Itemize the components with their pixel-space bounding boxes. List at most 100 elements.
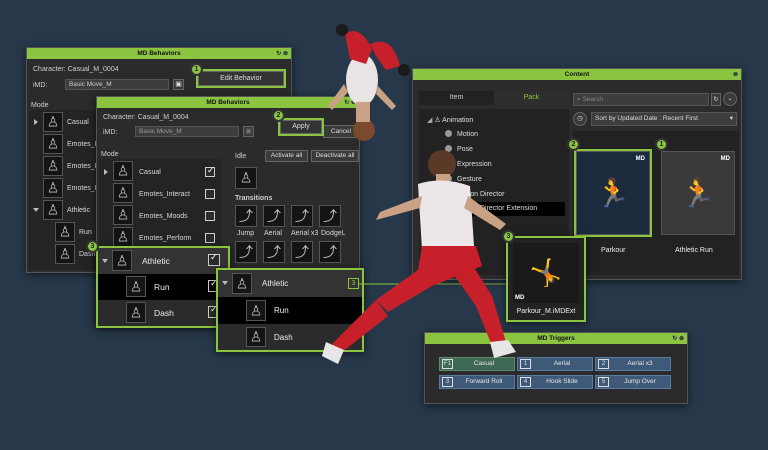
expand-arrow-icon[interactable]: [34, 119, 38, 125]
window-title: MD Behaviors: [206, 99, 250, 106]
mode-thumb: ♙: [43, 178, 63, 198]
expand-arrow-icon[interactable]: [104, 169, 108, 175]
card-parkour[interactable]: 🏃 MD: [574, 149, 652, 237]
imd-select[interactable]: Basic Move_M: [65, 79, 169, 90]
transition-label: Aerial: [264, 230, 282, 237]
content-titlebar: Content ⊗: [413, 69, 741, 80]
imd-label: iMD:: [103, 129, 118, 136]
tree-item-motion[interactable]: Motion: [445, 130, 478, 138]
mode-item-emotes[interactable]: Emotes_I: [67, 185, 97, 192]
search-input[interactable]: ⌕ Search: [573, 93, 709, 106]
clock-icon[interactable]: ◷: [573, 112, 587, 126]
motion-icon: [445, 130, 452, 137]
mode-thumb: ♙: [246, 327, 266, 347]
trigger-label: Forward Roll: [465, 378, 503, 385]
trigger-label: Aerial x3: [627, 360, 653, 367]
collapse-arrow-icon[interactable]: [33, 208, 39, 212]
trigger-label: Jump Over: [624, 378, 656, 385]
transition-thumb[interactable]: ⤴: [263, 241, 285, 263]
zoom-run-row[interactable]: ♙ Run: [98, 274, 228, 300]
card-label: Parkour: [601, 247, 626, 254]
md-badge-icon: MD: [720, 156, 730, 162]
collapse-arrow-icon[interactable]: [102, 259, 108, 263]
refresh-icon[interactable]: ↻: [711, 93, 721, 106]
trigger-hook-slide[interactable]: 4 Hook Slide: [517, 375, 593, 389]
trigger-forward-roll[interactable]: 3 Forward Roll: [439, 375, 515, 389]
mode-item-athletic: Athletic: [142, 256, 170, 266]
mode-item-casual[interactable]: Casual: [139, 169, 161, 176]
close-icon[interactable]: ⊗: [733, 70, 738, 81]
idle-thumb[interactable]: ♙: [235, 167, 257, 189]
flipping-character-illustration: [328, 24, 410, 141]
tree-item-animation[interactable]: ◢ ♙ Animation: [427, 116, 473, 124]
mode-item-athletic: Athletic: [262, 279, 289, 288]
mode-item-emotes-perform[interactable]: Emotes_Perform: [139, 235, 192, 242]
key-label: 5: [598, 377, 609, 387]
edit-behavior-button[interactable]: Edit Behavior: [196, 69, 286, 88]
window-title: Content: [564, 71, 590, 78]
save-icon[interactable]: ▣: [243, 126, 254, 137]
step-badge-1: 1: [655, 138, 668, 151]
mode-thumb: ♙: [113, 183, 133, 203]
trigger-jump-over[interactable]: 5 Jump Over: [595, 375, 671, 389]
parkour-figure: 🏃: [595, 177, 631, 209]
zoom-dash-row[interactable]: ♙ Dash: [98, 300, 228, 326]
mode-item-emotes-interact[interactable]: Emotes_Interact: [139, 191, 190, 198]
mode-thumb: ♙: [55, 244, 75, 264]
window-controls-icon[interactable]: ↻ ⊗: [672, 334, 684, 345]
mode-thumb: ♙: [43, 156, 63, 176]
mode-item-emotes-moods[interactable]: Emotes_Moods: [139, 213, 188, 220]
mode-item-run: Run: [274, 306, 289, 315]
tab-pack[interactable]: Pack: [494, 91, 569, 105]
athletic-checkbox[interactable]: [208, 252, 220, 266]
figure-icon: ♙: [434, 117, 443, 124]
mode-item-dash: Dash: [154, 308, 174, 318]
step-badge-2: 2: [567, 138, 580, 151]
step-badge-3: 2: [272, 109, 285, 122]
transition-thumb[interactable]: ⤴: [235, 241, 257, 263]
chevron-down-icon[interactable]: ⌄: [723, 92, 737, 106]
trigger-label: Hook Slide: [546, 378, 578, 385]
mode-item-emotes[interactable]: Emotes_I: [67, 163, 97, 170]
window-controls-icon[interactable]: ↻ ⊗: [276, 49, 288, 60]
mode-label: Mode: [31, 102, 49, 109]
card-label: Athletic Run: [675, 247, 713, 254]
tree-label: Motion: [457, 131, 479, 138]
mode-item-casual[interactable]: Casual: [67, 119, 89, 126]
mode-item-run[interactable]: Run: [79, 229, 92, 236]
sort-select[interactable]: Sort by Updated Date : Recent First ▾: [591, 112, 737, 126]
jumping-character-illustration: [322, 150, 516, 364]
character-label: Character: Casual_M_0004: [33, 66, 119, 73]
key-label: 2: [598, 359, 609, 369]
mode-checkbox[interactable]: [205, 211, 215, 221]
trigger-aerial-x3[interactable]: 2 Aerial x3: [595, 357, 671, 371]
collapse-arrow-icon[interactable]: [222, 281, 228, 285]
transition-thumb-jump[interactable]: ⤴: [235, 205, 257, 227]
card-athletic-run[interactable]: 🏃 MD: [661, 151, 735, 235]
transition-thumb-aerial[interactable]: ⤴: [263, 205, 285, 227]
search-placeholder: Search: [582, 96, 604, 103]
athletic-run-figure: 🏃: [680, 177, 716, 209]
transitions-label: Transitions: [235, 195, 273, 202]
imd-label: iMD:: [33, 82, 48, 89]
mode-item-emotes[interactable]: Emotes_I: [67, 141, 97, 148]
mode-checkbox[interactable]: [205, 189, 215, 199]
mode-thumb: ♙: [246, 300, 266, 321]
transition-label: Jump: [237, 230, 255, 237]
mode-item-athletic[interactable]: Athletic: [67, 207, 90, 214]
key-label: 4: [520, 377, 531, 387]
mode-thumb: ♙: [113, 161, 133, 181]
tab-item[interactable]: Item: [419, 91, 494, 105]
window-title: MD Behaviors: [137, 50, 181, 57]
key-label: 3: [442, 377, 453, 387]
mode-thumb: ♙: [113, 227, 133, 247]
zoom-athletic-row[interactable]: ♙ Athletic: [98, 248, 228, 274]
mode-checkbox[interactable]: [205, 165, 215, 177]
mode-checkbox[interactable]: [205, 233, 215, 243]
imd-select[interactable]: Basic Move_M: [135, 126, 239, 137]
md-behaviors-back-titlebar: MD Behaviors ↻ ⊗: [27, 48, 291, 59]
idle-label: Idle: [235, 153, 247, 160]
mode-thumb: ♙: [126, 276, 146, 297]
character-label: Character: Casual_M_0004: [103, 114, 189, 121]
save-icon[interactable]: ▣: [173, 79, 184, 90]
